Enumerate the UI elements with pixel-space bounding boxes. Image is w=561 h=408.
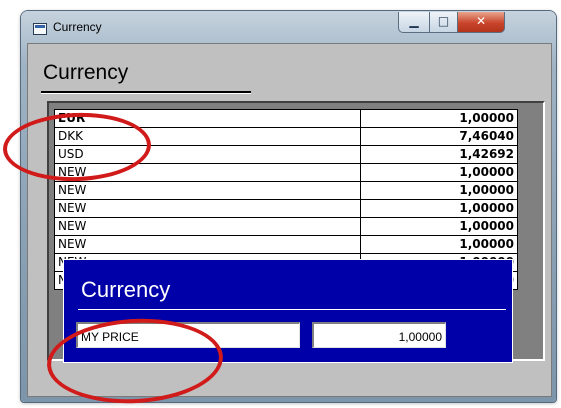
currency-code-cell[interactable]: DKK [54, 127, 361, 146]
currency-rate-field[interactable]: 1,00000 [312, 322, 446, 348]
exchange-rate-cell[interactable]: 1,42692 [360, 145, 518, 164]
title-underline [41, 91, 251, 93]
app-icon [33, 23, 47, 35]
title-bar[interactable]: Currency ▁ □ ✕ [21, 11, 556, 43]
table-row[interactable]: NEW1,00000 [54, 199, 518, 218]
currency-code-cell[interactable]: NEW [54, 199, 361, 218]
table-row[interactable]: NEW1,00000 [54, 181, 518, 200]
minimize-button[interactable]: ▁ [398, 12, 430, 33]
exchange-rate-cell[interactable]: 1,00000 [360, 109, 518, 128]
exchange-rate-cell[interactable]: 1,00000 [360, 163, 518, 182]
exchange-rate-cell[interactable]: 1,00000 [360, 181, 518, 200]
table-row[interactable]: NEW1,00000 [54, 217, 518, 236]
table-row[interactable]: NEW1,00000 [54, 235, 518, 254]
exchange-rate-cell[interactable]: 7,46040 [360, 127, 518, 146]
dialog-title-underline [78, 309, 506, 310]
table-row[interactable]: DKK 7,46040 [54, 127, 518, 146]
table-row[interactable]: EUR 1,00000 [54, 109, 518, 128]
exchange-rate-cell[interactable]: 1,00000 [360, 199, 518, 218]
currency-code-cell[interactable]: NEW [54, 235, 361, 254]
table-row[interactable]: USD 1,42692 [54, 145, 518, 164]
currency-code-cell[interactable]: NEW [54, 217, 361, 236]
exchange-rate-cell[interactable]: 1,00000 [360, 235, 518, 254]
currency-edit-dialog: Currency MY PRICE 1,00000 [63, 259, 513, 363]
close-button[interactable]: ✕ [457, 12, 505, 33]
currency-code-cell[interactable]: EUR [54, 109, 361, 128]
table-row[interactable]: NEW1,00000 [54, 163, 518, 182]
window-title: Currency [53, 20, 102, 34]
dialog-title: Currency [81, 277, 171, 302]
currency-name-field[interactable]: MY PRICE [76, 322, 300, 348]
currency-code-cell[interactable]: NEW [54, 181, 361, 200]
currency-code-cell[interactable]: USD [54, 145, 361, 164]
exchange-rate-cell[interactable]: 1,00000 [360, 217, 518, 236]
maximize-button[interactable]: □ [429, 12, 458, 33]
currency-code-cell[interactable]: NEW [54, 163, 361, 182]
page-title: Currency [43, 61, 129, 84]
